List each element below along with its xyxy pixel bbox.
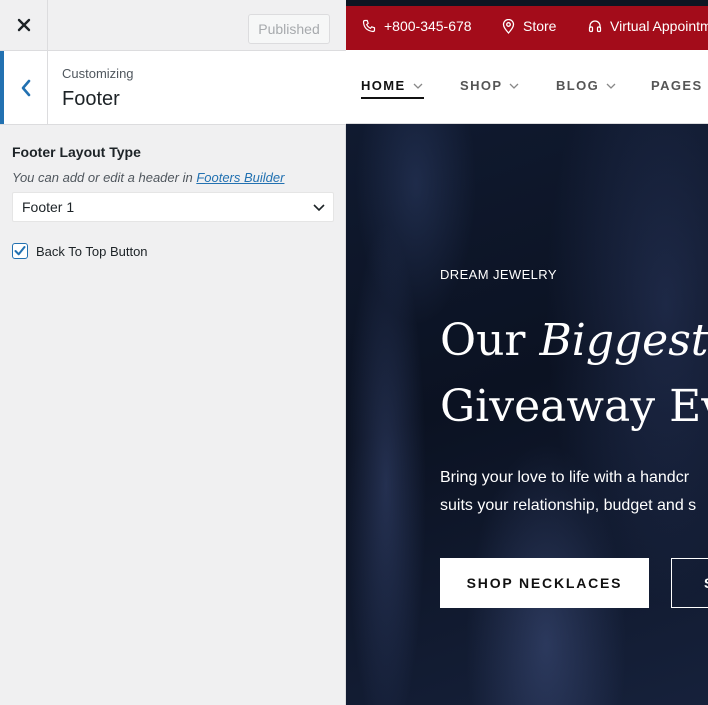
chevron-down-icon <box>509 83 519 89</box>
description-text: You can add or edit a header in <box>12 170 197 185</box>
publish-button[interactable]: Published <box>248 14 330 44</box>
nav-item-pages[interactable]: PAGES <box>651 78 708 93</box>
store-label: Store <box>523 18 557 34</box>
footer-layout-description: You can add or edit a header in Footers … <box>12 170 334 188</box>
hero-description-line-1: Bring your love to life with a handcr <box>440 469 690 486</box>
hero-eyebrow: DREAM JEWELRY <box>440 267 557 282</box>
active-nav-underline <box>361 97 424 99</box>
nav-item-shop[interactable]: SHOP <box>460 78 519 93</box>
hero-banner: DREAM JEWELRY Our Biggest D Giveaway Ev … <box>346 124 708 705</box>
phone-icon <box>362 19 376 33</box>
chevron-down-icon <box>313 204 325 212</box>
hero-title-line-1: Our Biggest D <box>440 319 708 363</box>
footer-controls: Footer Layout Type You can add or edit a… <box>12 144 334 260</box>
virtual-appointment-label: Virtual Appointm <box>610 18 708 34</box>
map-pin-icon <box>502 18 515 34</box>
nav-item-home[interactable]: HOME <box>361 78 423 93</box>
back-button[interactable] <box>0 51 48 124</box>
hero-title-plain: Our <box>440 315 540 366</box>
customizer-sidebar: Published Customizing Footer Footer Layo… <box>0 0 346 705</box>
footer-layout-value: Footer 1 <box>22 199 75 215</box>
chevron-down-icon <box>413 83 423 89</box>
footer-layout-select[interactable]: Footer 1 <box>12 192 334 222</box>
back-to-top-checkbox[interactable] <box>12 243 28 259</box>
hero-title-line-2: Giveaway Ev <box>440 381 708 432</box>
nav-item-label: BLOG <box>556 78 600 93</box>
nav-item-label: SHOP <box>460 78 503 93</box>
main-navigation: HOME SHOP BLOG PAGES <box>346 50 708 124</box>
top-info-bar: +800-345-678 Store Virtual Appointm <box>346 6 708 50</box>
chevron-down-icon <box>606 83 616 89</box>
virtual-appointment-link[interactable]: Virtual Appointm <box>588 18 708 34</box>
footer-layout-label: Footer Layout Type <box>12 144 141 160</box>
nav-item-label: PAGES <box>651 78 703 93</box>
chevron-left-icon <box>21 79 30 96</box>
hero-title-italic: Biggest D <box>539 315 708 366</box>
nav-item-blog[interactable]: BLOG <box>556 78 616 93</box>
hero-description-line-2: suits your relationship, budget and s <box>440 497 697 514</box>
customizer-header: Published <box>0 0 346 51</box>
phone-link[interactable]: +800-345-678 <box>362 18 472 34</box>
secondary-hero-button[interactable]: S <box>671 558 708 608</box>
site-preview: +800-345-678 Store Virtual Appointm HOME… <box>346 0 708 705</box>
section-title: Footer <box>62 88 120 110</box>
checkmark-icon <box>14 246 26 256</box>
footers-builder-link[interactable]: Footers Builder <box>196 170 284 185</box>
section-header: Customizing Footer <box>0 51 346 125</box>
headphones-icon <box>588 20 602 33</box>
close-button[interactable] <box>0 0 48 50</box>
close-icon <box>17 18 30 32</box>
section-subtitle: Customizing <box>62 66 134 81</box>
phone-number: +800-345-678 <box>384 18 472 34</box>
back-to-top-label: Back To Top Button <box>36 243 148 259</box>
nav-item-label: HOME <box>361 78 406 93</box>
back-to-top-row: Back To Top Button <box>12 242 334 260</box>
shop-necklaces-button[interactable]: SHOP NECKLACES <box>440 558 649 608</box>
store-link[interactable]: Store <box>502 18 556 34</box>
